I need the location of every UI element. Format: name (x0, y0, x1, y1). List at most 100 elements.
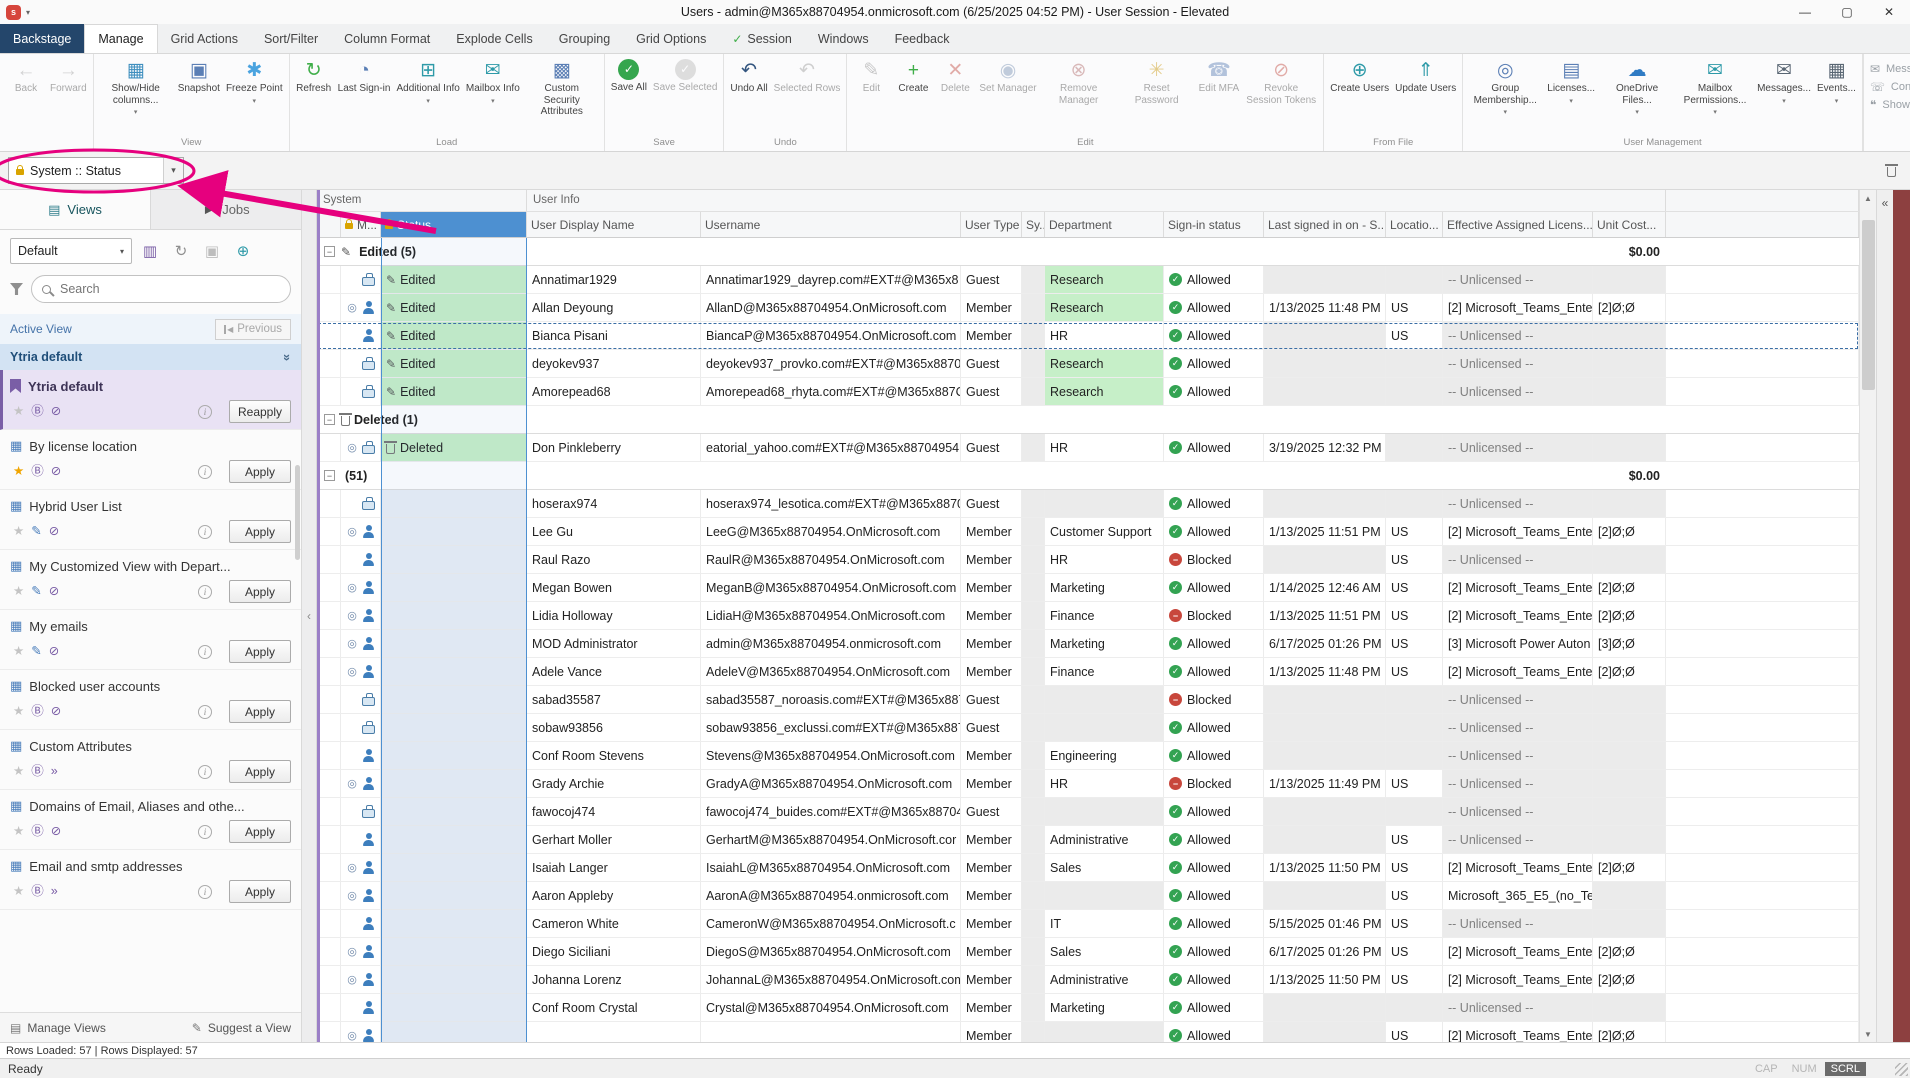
collapse-section-icon[interactable]: » (280, 353, 295, 360)
scrollbar-thumb[interactable] (1862, 220, 1875, 390)
cell-type[interactable]: Member (961, 854, 1022, 881)
cell-filler[interactable] (1666, 434, 1859, 461)
ribbon-tab-grouping[interactable]: Grouping (546, 24, 623, 53)
column-header-m[interactable]: M... (341, 212, 381, 237)
column-header-loc[interactable]: Locatio... (1386, 212, 1443, 237)
filter-icon[interactable] (10, 283, 23, 295)
cell-signin[interactable]: ✓Allowed (1164, 266, 1264, 293)
cell-sy[interactable] (1022, 798, 1045, 825)
cell-username[interactable]: AdeleV@M365x88704954.OnMicrosoft.com (701, 658, 961, 685)
cell-last[interactable] (1264, 882, 1386, 909)
cell-status[interactable] (381, 994, 527, 1021)
cell-username[interactable]: fawocoj474_buides.com#EXT#@M365x88704 (701, 798, 961, 825)
cell-loc[interactable] (1386, 378, 1443, 405)
cell-lic[interactable]: [2] Microsoft_Teams_Enter (1443, 1022, 1593, 1042)
cell-filler[interactable] (1666, 518, 1859, 545)
cell-m[interactable]: ◎ (341, 1022, 381, 1042)
cell-m[interactable] (341, 546, 381, 573)
cell-m[interactable]: ◎ (341, 882, 381, 909)
cell-m[interactable] (341, 490, 381, 517)
sidebar-scrollbar[interactable] (295, 465, 300, 560)
cell-sy[interactable] (1022, 518, 1045, 545)
cell-username[interactable]: LeeG@M365x88704954.OnMicrosoft.com (701, 518, 961, 545)
cell-indent[interactable] (317, 854, 341, 881)
cell-username[interactable]: Annatimar1929_dayrep.com#EXT#@M365x8 (701, 266, 961, 293)
cell-dept[interactable]: Sales (1045, 854, 1164, 881)
column-header-username[interactable]: Username (701, 212, 961, 237)
ribbon-button-set-manager[interactable]: ◉Set Manager (976, 54, 1039, 96)
cell-m[interactable] (341, 910, 381, 937)
cell-username[interactable]: Crystal@M365x88704954.OnMicrosoft.com (701, 994, 961, 1021)
grid-row[interactable]: ◎Aaron ApplebyAaronA@M365x88704954.onmic… (317, 882, 1859, 910)
ribbon-button-delete[interactable]: ✕Delete (934, 54, 976, 96)
minimize-button[interactable]: — (1784, 0, 1826, 24)
column-selector-combo[interactable]: System :: Status ▾ (8, 157, 184, 184)
cell-lic[interactable]: -- Unlicensed -- (1443, 714, 1593, 741)
cell-signin[interactable]: ✓Allowed (1164, 938, 1264, 965)
cell-status[interactable]: Deleted (381, 434, 527, 461)
grid-row[interactable]: sobaw93856sobaw93856_exclussi.com#EXT#@M… (317, 714, 1859, 742)
cell-indent[interactable] (317, 434, 341, 461)
cell-dept[interactable] (1045, 714, 1164, 741)
grid-row[interactable]: Raul RazoRaulR@M365x88704954.OnMicrosoft… (317, 546, 1859, 574)
cell-dept[interactable]: HR (1045, 322, 1164, 349)
ribbon-tab-sort-filter[interactable]: Sort/Filter (251, 24, 331, 53)
cell-dept[interactable]: Research (1045, 378, 1164, 405)
cell-dept[interactable]: Marketing (1045, 994, 1164, 1021)
cell-lic[interactable]: -- Unlicensed -- (1443, 434, 1593, 461)
cell-status[interactable] (381, 630, 527, 657)
ribbon-button-create[interactable]: +Create (892, 54, 934, 96)
delete-filter-trash-icon[interactable] (1887, 167, 1896, 177)
ribbon-button-show-chats[interactable]: ❝Show Chats...▾ (1870, 98, 1910, 112)
ribbon-button-back[interactable]: ←Back (5, 54, 47, 96)
cell-loc[interactable]: US (1386, 910, 1443, 937)
cell-dept[interactable]: IT (1045, 910, 1164, 937)
view-item[interactable]: ▦My emails★✎⊘iApply (0, 610, 301, 670)
ribbon-button-last-sign-in[interactable]: ◔Last Sign-in (335, 54, 394, 96)
cell-name[interactable]: Annatimar1929 (527, 266, 701, 293)
cell-last[interactable] (1264, 490, 1386, 517)
cell-name[interactable]: Amorepead68 (527, 378, 701, 405)
reapply-button[interactable]: Reapply (229, 400, 291, 423)
cell-cost[interactable]: [2]Ø;Ø (1593, 294, 1666, 321)
cell-sy[interactable] (1022, 350, 1045, 377)
cell-lic[interactable]: -- Unlicensed -- (1443, 798, 1593, 825)
cell-indent[interactable] (317, 714, 341, 741)
sidebar-tab-jobs[interactable]: ►Jobs (151, 190, 301, 229)
info-icon[interactable]: i (198, 705, 212, 719)
info-icon[interactable]: i (198, 465, 212, 479)
cell-loc[interactable] (1386, 434, 1443, 461)
cell-sy[interactable] (1022, 630, 1045, 657)
cell-sy[interactable] (1022, 966, 1045, 993)
cell-username[interactable]: DiegoS@M365x88704954.OnMicrosoft.com (701, 938, 961, 965)
cell-signin[interactable]: ✓Allowed (1164, 966, 1264, 993)
cell-status[interactable] (381, 490, 527, 517)
cell-dept[interactable]: Marketing (1045, 630, 1164, 657)
info-icon[interactable]: i (198, 405, 212, 419)
cell-m[interactable]: ◎ (341, 630, 381, 657)
cell-status[interactable]: ✎Edited (381, 266, 527, 293)
cell-sy[interactable] (1022, 574, 1045, 601)
cell-cost[interactable] (1593, 490, 1666, 517)
ribbon-button-events[interactable]: ▦Events...▾ (1814, 54, 1859, 106)
cell-last[interactable]: 1/13/2025 11:49 PM (1264, 770, 1386, 797)
cell-cost[interactable] (1593, 714, 1666, 741)
cell-dept[interactable] (1045, 490, 1164, 517)
cell-cost[interactable]: [2]Ø;Ø (1593, 966, 1666, 993)
cell-loc[interactable]: US (1386, 658, 1443, 685)
grid-row[interactable]: Conf Room CrystalCrystal@M365x88704954.O… (317, 994, 1859, 1022)
cell-status[interactable] (381, 658, 527, 685)
grid-vertical-scrollbar[interactable]: ▲ ▼ (1859, 190, 1876, 1042)
cell-type[interactable]: Guest (961, 266, 1022, 293)
reload-views-button[interactable]: ↻ (168, 238, 194, 264)
ribbon-button-save-selected[interactable]: ✓Save Selected (650, 54, 721, 95)
cell-indent[interactable] (317, 294, 341, 321)
cell-type[interactable]: Member (961, 994, 1022, 1021)
grid-row[interactable]: ✎EditedBianca PisaniBiancaP@M365x8870495… (317, 322, 1859, 350)
cell-indent[interactable] (317, 882, 341, 909)
cell-type[interactable]: Member (961, 770, 1022, 797)
sidebar-collapse-handle[interactable]: ‹ (302, 190, 317, 1042)
cell-sy[interactable] (1022, 658, 1045, 685)
cell-name[interactable]: Grady Archie (527, 770, 701, 797)
ribbon-button-refresh[interactable]: ↻Refresh (293, 54, 335, 96)
